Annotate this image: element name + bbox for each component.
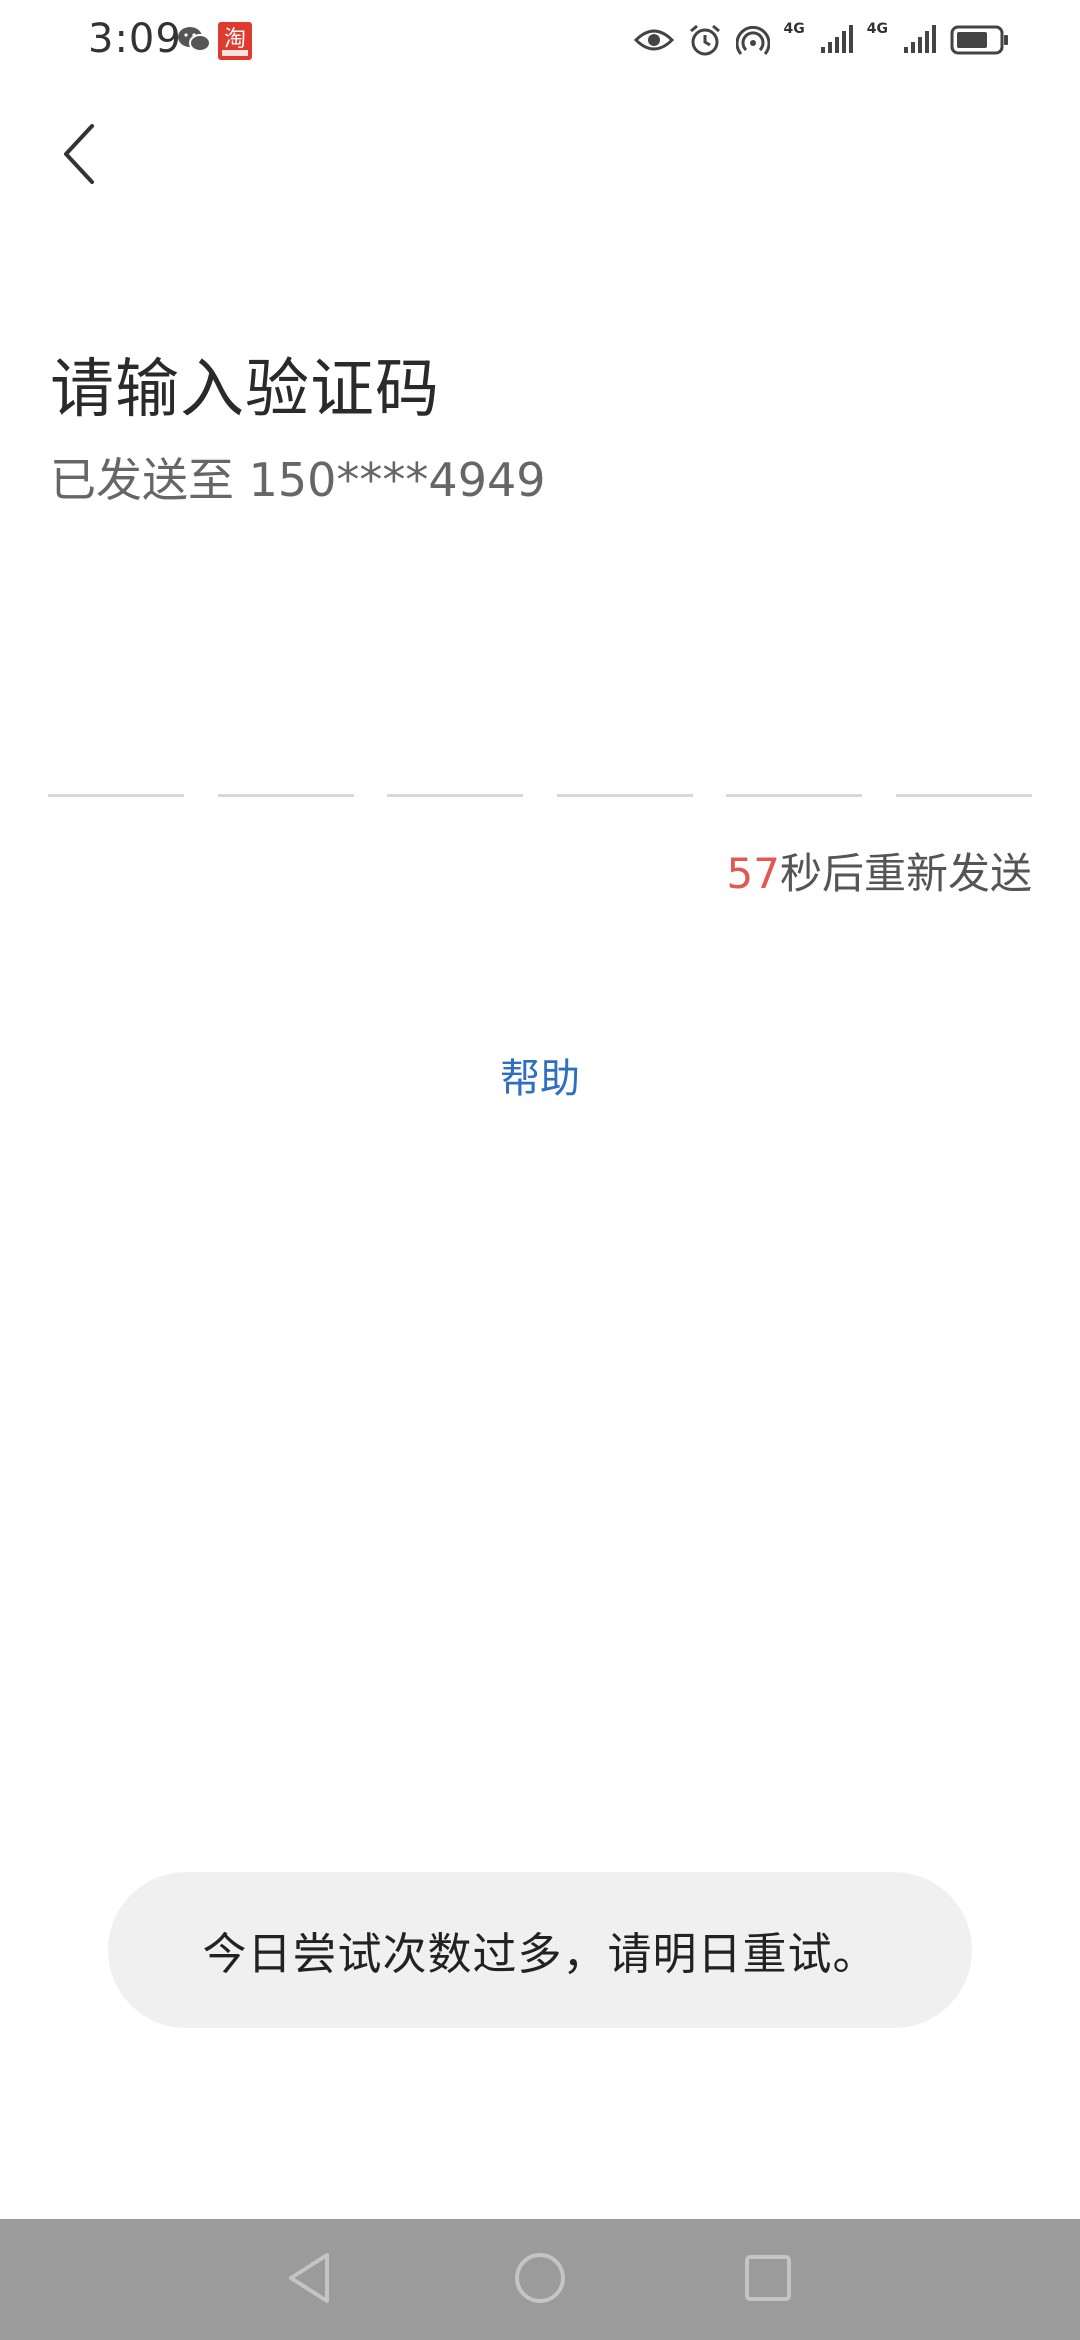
resend-countdown: 57秒后重新发送	[727, 840, 1032, 901]
navigation-bar	[0, 2219, 1080, 2340]
toast-message: 今日尝试次数过多，请明日重试。	[108, 1872, 972, 2028]
code-slot[interactable]	[895, 794, 1032, 797]
network-type-label: 4G	[866, 21, 888, 37]
square-recents-icon	[743, 2253, 793, 2307]
signal-icon	[819, 25, 853, 59]
code-slot[interactable]	[217, 794, 354, 797]
nav-recents-button[interactable]	[733, 2245, 803, 2315]
network-type-label: 4G	[783, 21, 805, 37]
sent-to-text: 已发送至 150****4949	[50, 453, 546, 507]
taobao-icon: 淘	[218, 22, 252, 64]
svg-text:淘: 淘	[224, 27, 246, 52]
circle-home-icon	[512, 2250, 568, 2310]
nav-home-button[interactable]	[505, 2245, 575, 2315]
help-link[interactable]: 帮助	[0, 1046, 1080, 1104]
code-slot[interactable]	[726, 794, 863, 797]
back-button[interactable]	[48, 120, 112, 192]
hotspot-icon	[735, 23, 770, 61]
status-time: 3:09	[88, 16, 182, 62]
triangle-back-icon	[285, 2251, 335, 2309]
alarm-icon	[688, 23, 722, 61]
resend-label: 秒后重新发送	[779, 849, 1032, 898]
code-slot[interactable]	[556, 794, 693, 797]
eye-icon	[633, 26, 674, 58]
wechat-icon	[176, 24, 212, 60]
code-slot[interactable]	[387, 794, 524, 797]
signal-icon	[902, 25, 936, 59]
verification-code-input[interactable]	[48, 794, 1032, 800]
chevron-left-icon	[60, 122, 100, 190]
battery-icon	[950, 25, 1010, 59]
countdown-seconds: 57	[726, 849, 780, 898]
nav-back-button[interactable]	[275, 2245, 345, 2315]
page-title: 请输入验证码	[50, 353, 440, 427]
status-bar: 3:09 淘 4G 4G	[0, 0, 1080, 84]
code-slot[interactable]	[48, 794, 184, 797]
status-right-group: 4G 4G	[633, 20, 1010, 64]
